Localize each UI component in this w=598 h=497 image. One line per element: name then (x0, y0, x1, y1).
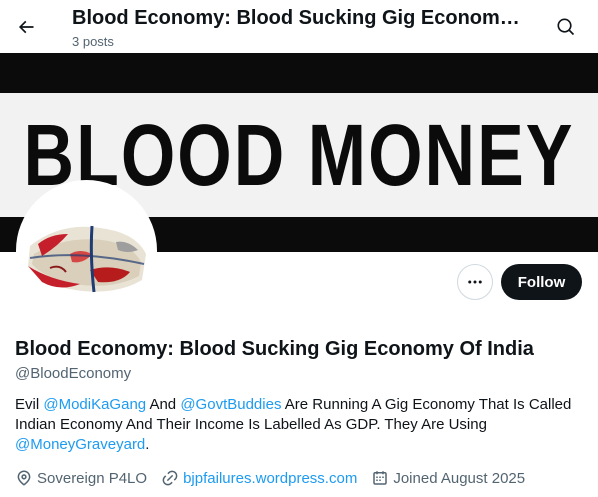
avatar-image (20, 184, 153, 317)
bio-text: Evil (15, 396, 44, 413)
back-arrow-icon (18, 20, 34, 34)
link-icon (162, 470, 178, 486)
join-date: Joined August 2025 (371, 469, 525, 487)
location: Sovereign P4LO (15, 469, 147, 487)
location-pin-icon (17, 470, 31, 486)
more-button[interactable] (457, 264, 493, 300)
mention-link[interactable]: @ModiKaGang (43, 396, 146, 413)
mention-link[interactable]: @GovtBuddies (180, 396, 281, 413)
display-name: Blood Economy: Blood Sucking Gig Economy… (15, 338, 534, 360)
bio-text: . (145, 436, 150, 453)
follow-button[interactable]: Follow (501, 264, 582, 300)
profile-meta: Sovereign P4LO bjpfailures.wordpress.com… (15, 467, 539, 489)
calendar-icon (373, 471, 388, 485)
top-bar: Blood Economy: Blood Sucking Gig Economy… (0, 0, 598, 53)
website-link[interactable]: bjpfailures.wordpress.com (183, 470, 357, 487)
search-icon (557, 18, 575, 36)
avatar[interactable] (16, 180, 157, 321)
join-date-text: Joined August 2025 (393, 469, 526, 487)
bio: Evil @ModiKaGang And @GovtBuddies Are Ru… (15, 395, 585, 455)
user-handle: @BloodEconomy (15, 365, 132, 382)
bio-text: And (146, 396, 181, 413)
page-title: Blood Economy: Blood Sucking Gig Economy… (72, 7, 522, 29)
back-button[interactable] (8, 9, 44, 45)
location-text: Sovereign P4LO (37, 469, 148, 487)
more-icon (468, 280, 482, 284)
header-title-block: Blood Economy: Blood Sucking Gig Economy… (72, 5, 522, 51)
mention-link[interactable]: @MoneyGraveyard (15, 436, 145, 453)
search-button[interactable] (548, 9, 584, 45)
post-count: 3 posts (72, 34, 114, 49)
website[interactable]: bjpfailures.wordpress.com (161, 469, 357, 487)
